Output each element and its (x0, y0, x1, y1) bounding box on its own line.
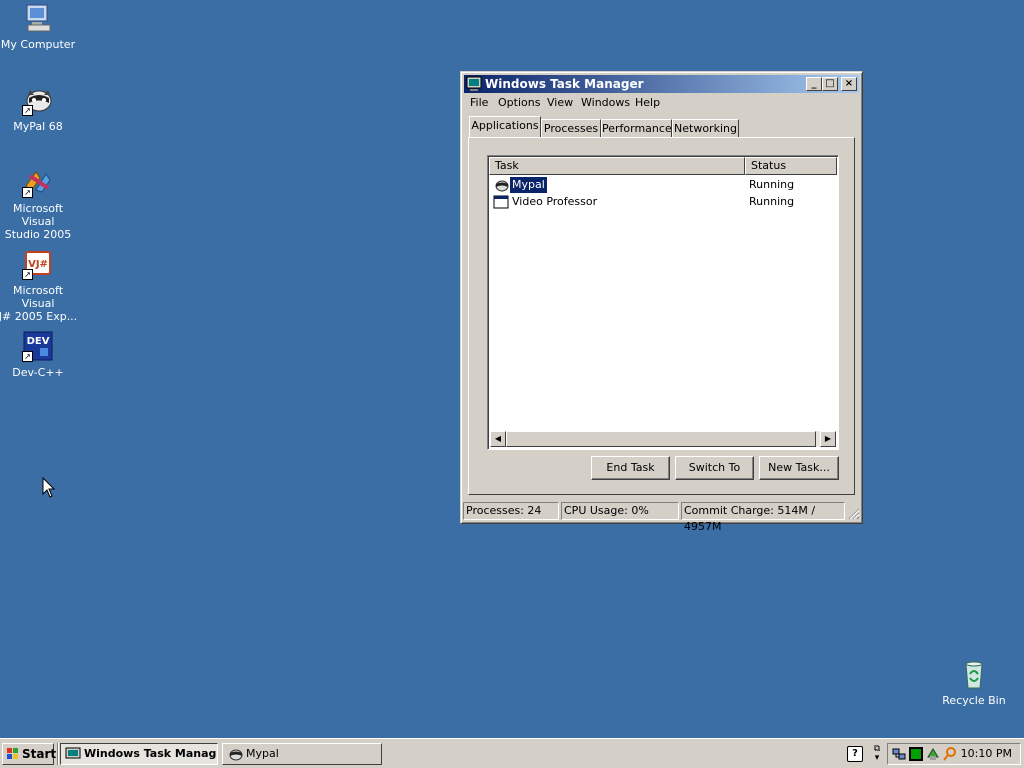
icon-label: Microsoft Visual (12, 284, 64, 310)
menu-options[interactable]: Options (498, 96, 540, 109)
tab-applications[interactable]: Applications (469, 116, 541, 137)
taskbar-item-label: Windows Task Manag... (84, 747, 218, 760)
column-header-task[interactable]: Task (489, 157, 745, 175)
icon-label: J# 2005 Exp... (0, 310, 78, 323)
title-bar[interactable]: Windows Task Manager _ □ × (464, 75, 859, 93)
status-bar: Processes: 24 CPU Usage: 0% Commit Charg… (463, 502, 860, 533)
task-list[interactable]: Task Status Mypal Running Video Professo… (487, 155, 839, 450)
task-name: Mypal (509, 176, 548, 194)
svg-text:DEV: DEV (27, 336, 50, 347)
desktop-icon-recycle-bin[interactable]: Recycle Bin (932, 658, 1016, 707)
shortcut-arrow-icon: ↗ (22, 351, 33, 362)
start-label: Start (22, 747, 57, 761)
menu-file[interactable]: File (470, 96, 488, 109)
network-icon[interactable] (892, 747, 906, 761)
resize-grip-icon[interactable] (846, 506, 860, 520)
icon-label: MyPal 68 (13, 120, 63, 133)
icon-label: Dev-C++ (12, 366, 64, 379)
status-cpu-usage: CPU Usage: 0% (561, 502, 679, 520)
taskbar: Start Windows Task Manag... Mypal ? ⧉▾ (0, 738, 1024, 768)
icon-label: My Computer (0, 38, 76, 51)
menu-bar: File Options View Windows Help (464, 94, 859, 112)
task-status: Running (749, 195, 795, 208)
shortcut-arrow-icon: ↗ (22, 105, 33, 116)
maximize-button[interactable]: □ (822, 77, 838, 91)
task-name: Video Professor (512, 195, 598, 208)
my-computer-icon (22, 2, 54, 34)
mypal-raccoon-icon (227, 747, 243, 761)
system-tray: 10:10 PM (887, 743, 1021, 765)
mypal-raccoon-icon: ↗ (22, 84, 54, 116)
taskbar-separator (57, 743, 59, 765)
minimize-button[interactable]: _ (806, 77, 822, 91)
icon-label: Microsoft Visual (12, 202, 64, 228)
search-icon[interactable] (943, 747, 957, 761)
desktop-icon-visual-studio[interactable]: ↗ Microsoft Visual Studio 2005 (0, 166, 80, 241)
switch-to-button[interactable]: Switch To (675, 456, 754, 480)
shortcut-arrow-icon: ↗ (22, 269, 33, 280)
tab-processes[interactable]: Processes (541, 119, 601, 137)
taskbar-item-task-manager[interactable]: Windows Task Manag... (60, 743, 218, 765)
task-row[interactable]: Video Professor Running (490, 194, 836, 210)
menu-help[interactable]: Help (635, 96, 660, 109)
task-status: Running (749, 178, 795, 191)
desktop-icon-dev-cpp[interactable]: DEV ↗ Dev-C++ (0, 330, 80, 379)
mypal-raccoon-icon (493, 178, 509, 192)
column-header-status[interactable]: Status (745, 157, 837, 175)
new-task-button[interactable]: New Task... (759, 456, 839, 480)
visual-studio-icon: ↗ (22, 166, 54, 198)
taskbar-item-mypal[interactable]: Mypal (222, 743, 382, 765)
clock[interactable]: 10:10 PM (961, 744, 1012, 764)
start-button[interactable]: Start (2, 743, 57, 765)
horizontal-scrollbar[interactable]: ◀ ▶ (490, 431, 836, 447)
status-processes: Processes: 24 (463, 502, 559, 520)
cpu-meter-icon[interactable] (909, 747, 923, 761)
window-icon (493, 195, 509, 209)
task-manager-icon (466, 76, 482, 92)
tab-networking[interactable]: Networking (672, 119, 739, 137)
dev-cpp-icon: DEV ↗ (22, 330, 54, 362)
icon-label: Studio 2005 (4, 228, 72, 241)
desktop-icon-my-computer[interactable]: My Computer (0, 2, 80, 51)
task-manager-icon (65, 747, 81, 761)
desktop-icon-mypal[interactable]: ↗ MyPal 68 (0, 84, 80, 133)
windows-logo-icon (6, 747, 20, 761)
status-commit-charge: Commit Charge: 514M / 4957M (681, 502, 845, 533)
scroll-thumb[interactable] (506, 431, 816, 447)
shortcut-arrow-icon: ↗ (22, 187, 33, 198)
scroll-right-button[interactable]: ▶ (820, 431, 836, 447)
tab-performance[interactable]: Performance (601, 119, 672, 137)
visual-jsharp-icon: VJ# ↗ (22, 248, 54, 280)
updates-icon[interactable] (926, 747, 940, 761)
restore-icon[interactable]: ⧉ ▾ (871, 745, 883, 763)
recycle-bin-icon (958, 658, 990, 690)
close-button[interactable]: × (841, 77, 857, 91)
help-icon[interactable]: ? (847, 746, 863, 762)
end-task-button[interactable]: End Task (591, 456, 670, 480)
scroll-left-button[interactable]: ◀ (490, 431, 506, 447)
window-title: Windows Task Manager (485, 77, 644, 91)
task-row[interactable]: Mypal Running (490, 176, 836, 194)
desktop-icon-visual-jsharp[interactable]: VJ# ↗ Microsoft Visual J# 2005 Exp... (0, 248, 80, 323)
menu-view[interactable]: View (547, 96, 573, 109)
mouse-cursor-icon (42, 476, 56, 502)
icon-label: Recycle Bin (942, 694, 1006, 707)
taskbar-item-label: Mypal (246, 747, 279, 760)
menu-windows[interactable]: Windows (581, 96, 630, 109)
